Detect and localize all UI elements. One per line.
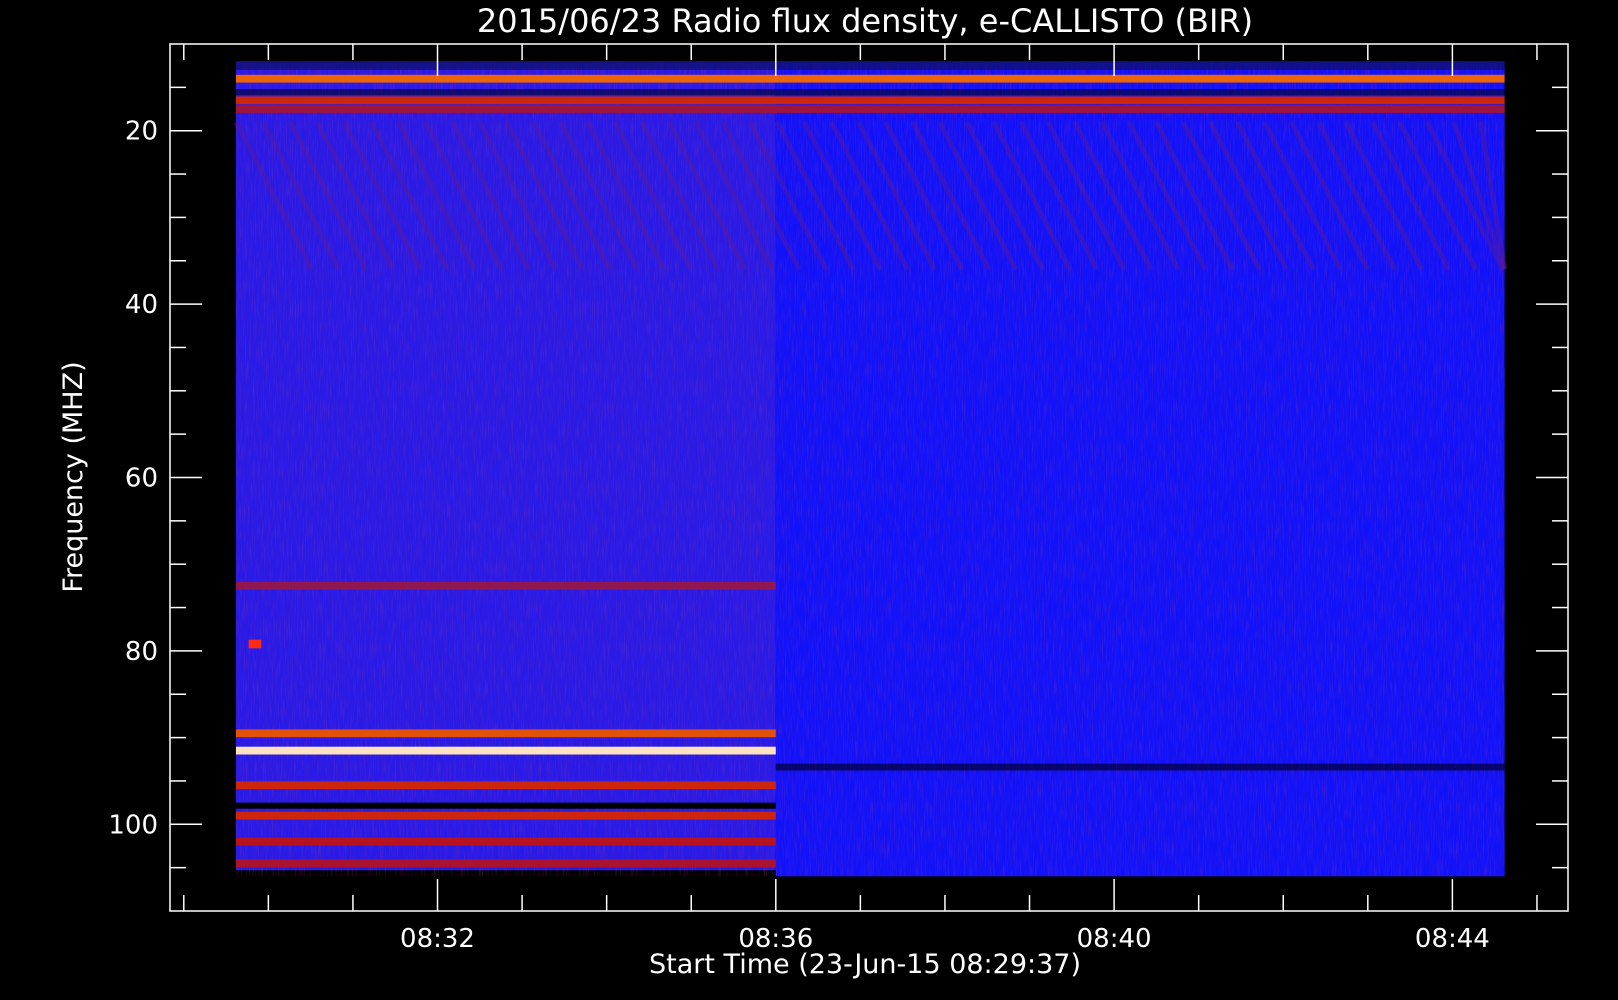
dark-band — [235, 89, 1505, 96]
x-axis-label: Start Time (23-Jun-15 08:29:37) — [649, 949, 1081, 980]
emission-band — [235, 581, 776, 590]
dark-band — [775, 763, 1505, 771]
x-tick-label: 08:32 — [400, 924, 475, 954]
y-tick-label: 60 — [125, 464, 158, 494]
emission-band — [235, 105, 1505, 113]
y-tick-label: 80 — [125, 637, 158, 667]
x-tick-label: 08:40 — [1077, 924, 1152, 954]
dark-band — [235, 61, 1505, 71]
burst-marker — [248, 639, 262, 649]
emission-band — [235, 729, 776, 738]
y-axis-label: Frequency (MHZ) — [58, 361, 89, 592]
emission-band — [235, 746, 776, 755]
x-tick-label: 08:44 — [1415, 924, 1490, 954]
spectrogram-chart: 2015/06/23 Radio flux density, e-CALLIST… — [58, 2, 1569, 980]
emission-band — [235, 859, 776, 868]
spectrogram-plot — [233, 61, 1508, 877]
dark-band — [235, 802, 776, 809]
emission-band — [235, 837, 776, 846]
chart-title: 2015/06/23 Radio flux density, e-CALLIST… — [477, 2, 1253, 40]
y-tick-label: 20 — [125, 117, 158, 147]
y-tick-label: 40 — [125, 290, 158, 320]
emission-band — [235, 96, 1505, 105]
y-tick-label: 100 — [108, 810, 158, 840]
emission-band — [235, 781, 776, 790]
x-tick-label: 08:36 — [738, 924, 813, 954]
emission-band — [235, 74, 1505, 83]
emission-band — [235, 811, 776, 820]
